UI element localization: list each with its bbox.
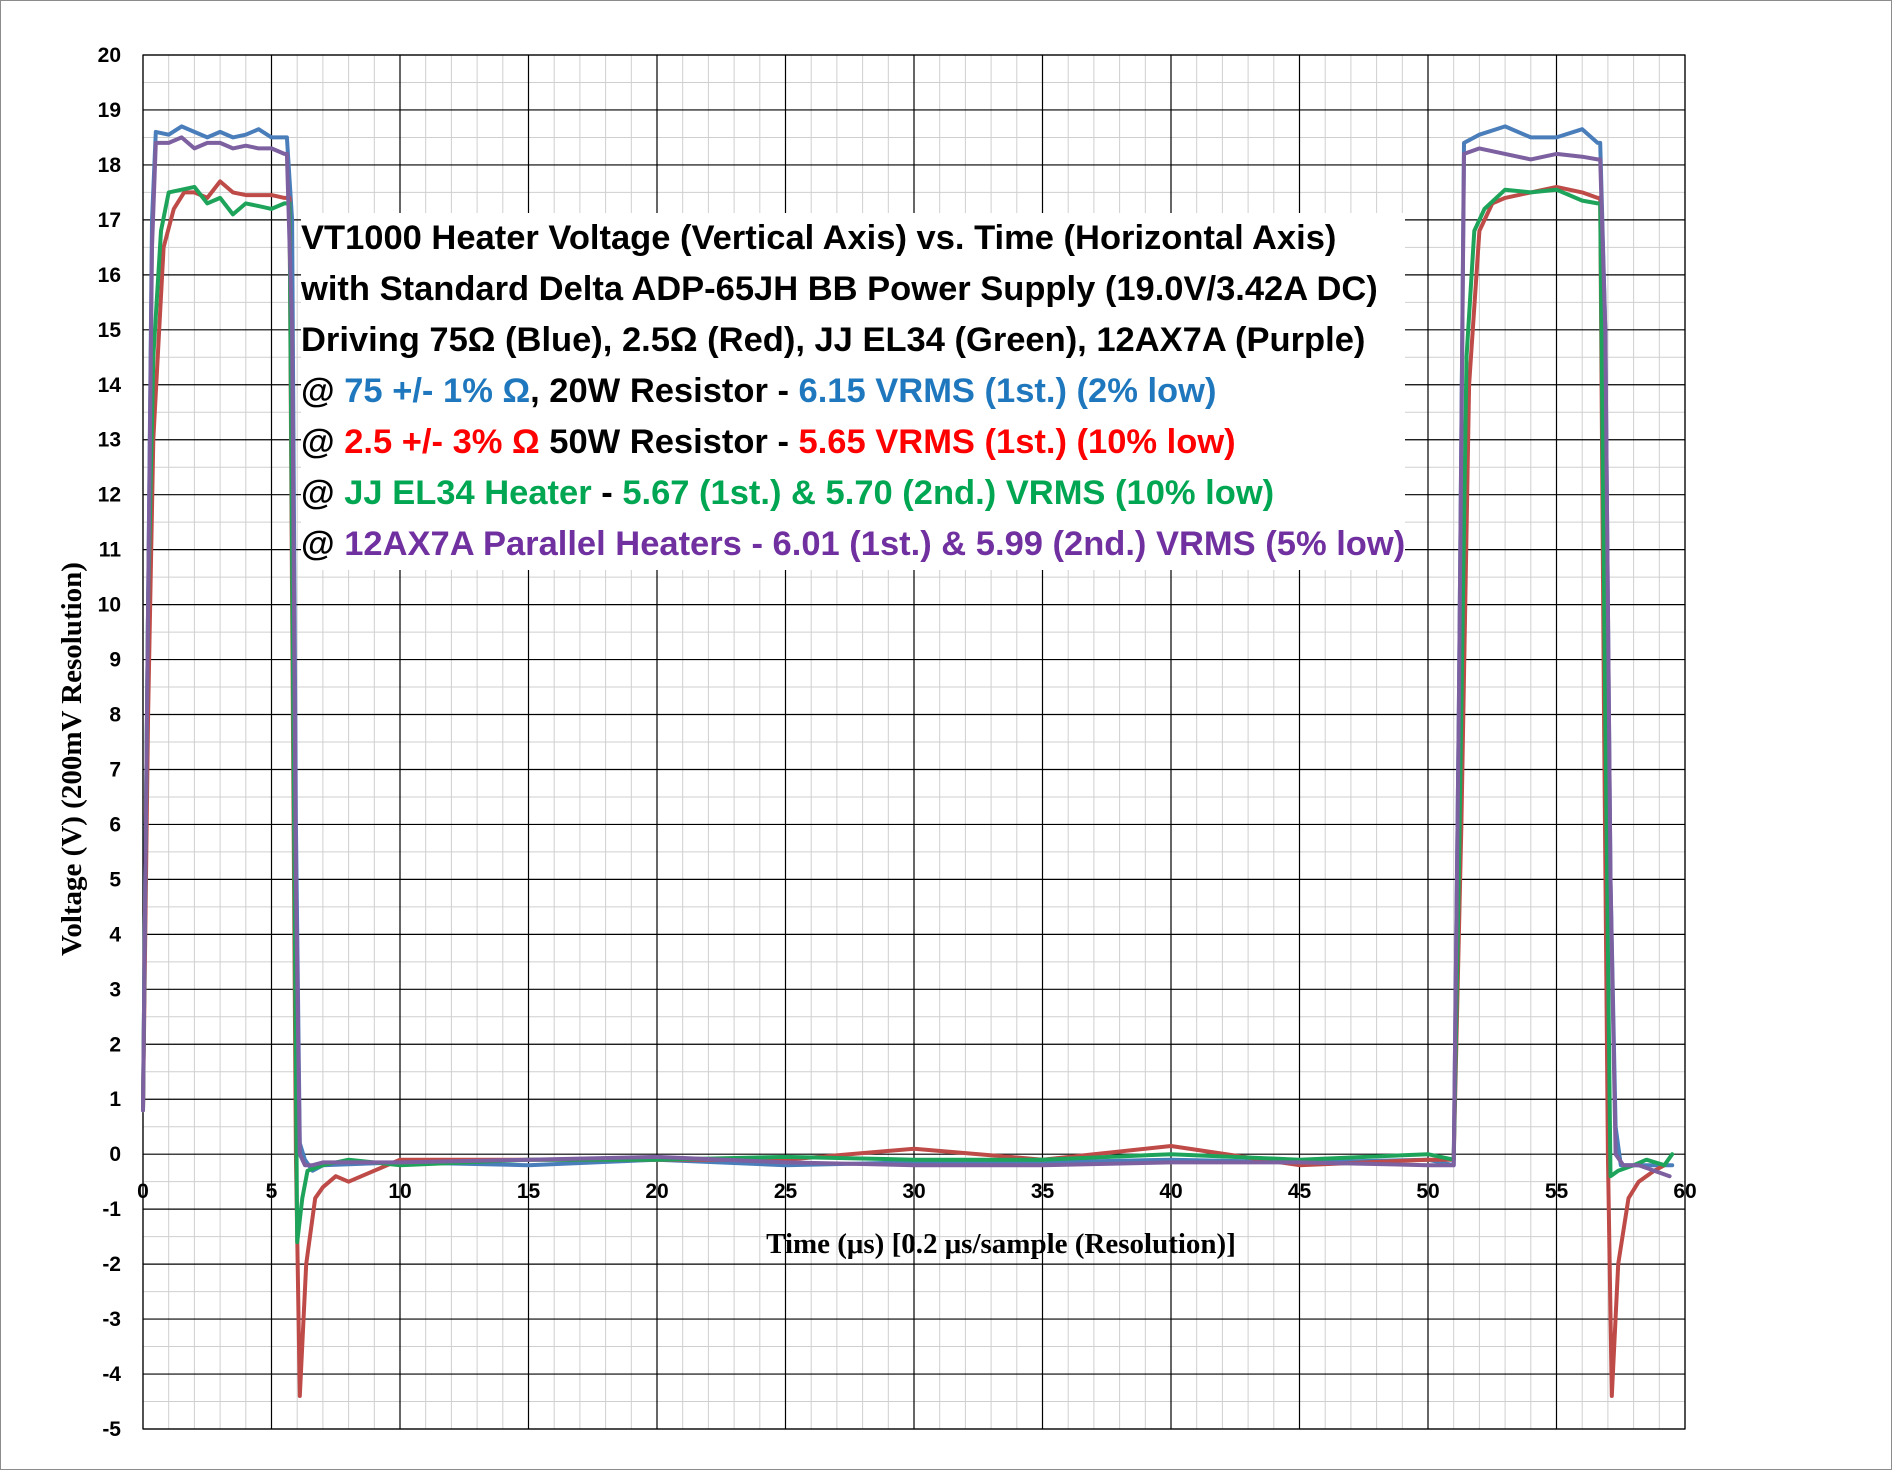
x-tick-label: 45 [1288, 1180, 1312, 1203]
y-tick-label: 4 [109, 923, 121, 946]
y-tick-label: 0 [109, 1143, 121, 1166]
green-load-description: - [591, 474, 623, 512]
red-load-description: 50W Resistor - [539, 423, 799, 461]
x-tick-label: 60 [1673, 1180, 1696, 1203]
blue-load-value: 6.15 VRMS (1st.) (2% low) [798, 372, 1217, 410]
y-tick-label: 13 [98, 429, 121, 452]
y-tick-label: 8 [109, 704, 121, 727]
chart-frame: -5 -4 -3 -2 -1 0 1 2 3 4 5 6 7 8 9 10 11 12 13 14 15 16 17 18 19… [0, 0, 1892, 1470]
x-tick-label: 25 [774, 1180, 798, 1203]
y-tick-label: 6 [109, 813, 121, 836]
x-tick-label: 15 [517, 1180, 541, 1203]
x-tick-label: 20 [645, 1180, 668, 1203]
annotation-purple-load: @ 12AX7A Parallel Heaters - 6.01 (1st.) … [301, 519, 1405, 570]
x-tick-label: 50 [1416, 1180, 1439, 1203]
y-tick-label: 19 [98, 99, 121, 122]
green-load-value: 5.67 (1st.) & 5.70 (2nd.) VRMS (10% low) [622, 474, 1275, 512]
y-tick-label: 7 [109, 758, 121, 781]
red-load-value: 5.65 VRMS (1st.) (10% low) [798, 423, 1236, 461]
x-axis-tick-labels: 0 5 10 15 20 25 30 35 40 45 50 55 60 [137, 1180, 1697, 1203]
y-tick-label: 1 [109, 1088, 121, 1111]
annotation-title: VT1000 Heater Voltage (Vertical Axis) vs… [301, 219, 1337, 257]
y-tick-label: 20 [98, 44, 121, 67]
y-tick-label: 12 [98, 484, 121, 507]
annotation-red-load: @ 2.5 +/- 3% Ω 50W Resistor - 5.65 VRMS … [301, 417, 1405, 468]
chart-annotation: VT1000 Heater Voltage (Vertical Axis) vs… [301, 213, 1406, 570]
y-tick-label: 2 [109, 1033, 121, 1056]
at-sign: @ [301, 474, 345, 512]
y-tick-label: -4 [102, 1363, 121, 1386]
x-tick-label: 40 [1159, 1180, 1182, 1203]
at-sign: @ [301, 525, 345, 563]
y-tick-label: 11 [99, 539, 122, 562]
y-tick-label: 17 [98, 209, 121, 232]
at-sign: @ [301, 423, 345, 461]
y-tick-label: -3 [102, 1308, 121, 1331]
y-tick-label: 14 [98, 374, 122, 397]
y-tick-label: -1 [102, 1198, 121, 1221]
purple-load-spec: 12AX7A Parallel Heaters [344, 525, 742, 563]
x-tick-label: 0 [137, 1180, 149, 1203]
y-tick-label: 10 [98, 594, 121, 617]
y-tick-label: 5 [109, 868, 121, 891]
y-axis-tick-labels: -5-4-3-2-1012345678910111213141516171819… [98, 44, 122, 1441]
y-tick-label: 16 [98, 264, 121, 287]
annotation-loads: Driving 75Ω (Blue), 2.5Ω (Red), JJ EL34 … [301, 321, 1366, 359]
blue-load-spec: 75 +/- 1% Ω [344, 372, 531, 410]
x-tick-label: 55 [1545, 1180, 1569, 1203]
annotation-green-load: @ JJ EL34 Heater - 5.67 (1st.) & 5.70 (2… [301, 468, 1405, 519]
annotation-blue-load: @ 75 +/- 1% Ω, 20W Resistor - 6.15 VRMS … [301, 366, 1405, 417]
y-tick-label: 3 [109, 978, 121, 1001]
x-axis-title: Time (μs) [0.2 μs/sample (Resolution)] [766, 1228, 1236, 1260]
y-axis-title: Voltage (V) (200mV Resolution) [56, 562, 88, 956]
red-load-spec: 2.5 +/- 3% Ω [344, 423, 540, 461]
x-tick-label: 30 [902, 1180, 925, 1203]
blue-load-description: , 20W Resistor - [530, 372, 799, 410]
x-tick-label: 10 [388, 1180, 411, 1203]
purple-load-description: - [741, 525, 773, 563]
y-tick-label: -2 [102, 1253, 121, 1276]
y-tick-label: 9 [109, 649, 121, 672]
purple-load-value: 6.01 (1st.) & 5.99 (2nd.) VRMS (5% low) [772, 525, 1406, 563]
y-tick-label: 18 [98, 154, 122, 177]
x-tick-label: 35 [1031, 1180, 1055, 1203]
at-sign: @ [301, 372, 345, 410]
x-tick-label: 5 [266, 1180, 278, 1203]
green-load-spec: JJ EL34 Heater [344, 474, 592, 512]
y-tick-label: -5 [102, 1418, 121, 1441]
annotation-supply: with Standard Delta ADP-65JH BB Power Su… [301, 270, 1378, 308]
y-tick-label: 15 [98, 319, 122, 342]
